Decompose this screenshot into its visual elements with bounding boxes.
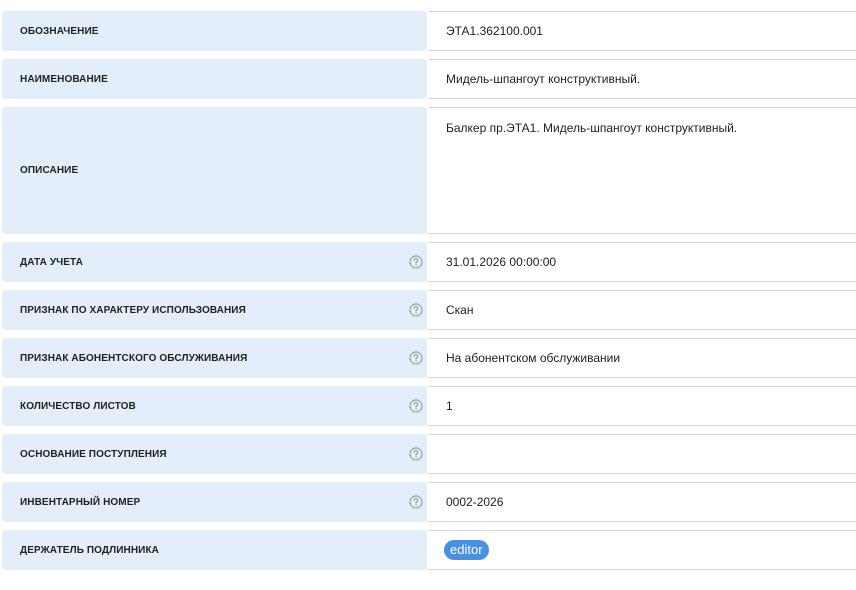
field-label-cell: ОБОЗНАЧЕНИЕ <box>2 11 427 51</box>
field-label-cell: ПРИЗНАК АБОНЕНТСКОГО ОБСЛУЖИВАНИЯ <box>2 338 427 378</box>
field-row-name: НАИМЕНОВАНИЕ Мидель-шпангоут конструктив… <box>0 59 856 99</box>
help-circle-icon[interactable] <box>409 303 423 317</box>
field-label-sheet-count: КОЛИЧЕСТВО ЛИСТОВ <box>20 400 136 412</box>
field-label-name: НАИМЕНОВАНИЕ <box>20 73 108 85</box>
field-value-inventory-number: 0002-2026 <box>428 482 856 522</box>
field-label-accounting-date: ДАТА УЧЕТА <box>20 256 83 268</box>
field-label-cell: ДАТА УЧЕТА <box>2 242 427 282</box>
user-chip[interactable]: editor <box>444 540 489 560</box>
field-label-cell: ИНВЕНТАРНЫЙ НОМЕР <box>2 482 427 522</box>
field-label-cell: НАИМЕНОВАНИЕ <box>2 59 427 99</box>
field-label-cell: КОЛИЧЕСТВО ЛИСТОВ <box>2 386 427 426</box>
field-label-cell: ДЕРЖАТЕЛЬ ПОДЛИННИКА <box>2 530 427 570</box>
field-label-subscription-sign: ПРИЗНАК АБОНЕНТСКОГО ОБСЛУЖИВАНИЯ <box>20 352 248 364</box>
field-label-receipt-basis: ОСНОВАНИЕ ПОСТУПЛЕНИЯ <box>20 448 167 460</box>
field-row-inventory-number: ИНВЕНТАРНЫЙ НОМЕР 0002-2026 <box>0 482 856 522</box>
field-value-subscription-sign: На абонентском обслуживании <box>428 338 856 378</box>
field-row-usage-sign: ПРИЗНАК ПО ХАРАКТЕРУ ИСПОЛЬЗОВАНИЯ Скан <box>0 290 856 330</box>
field-row-description: ОПИСАНИЕ Балкер пр.ЭТА1. Мидель-шпангоут… <box>0 107 856 234</box>
field-label-designation: ОБОЗНАЧЕНИЕ <box>20 25 99 37</box>
field-value-original-holder: editor <box>428 530 856 570</box>
field-row-sheet-count: КОЛИЧЕСТВО ЛИСТОВ 1 <box>0 386 856 426</box>
field-row-original-holder: ДЕРЖАТЕЛЬ ПОДЛИННИКА editor <box>0 530 856 570</box>
field-row-subscription-sign: ПРИЗНАК АБОНЕНТСКОГО ОБСЛУЖИВАНИЯ На або… <box>0 338 856 378</box>
field-label-usage-sign: ПРИЗНАК ПО ХАРАКТЕРУ ИСПОЛЬЗОВАНИЯ <box>20 304 246 316</box>
record-properties: ОБОЗНАЧЕНИЕ ЭТА1.362100.001 НАИМЕНОВАНИЕ… <box>0 0 856 590</box>
help-circle-icon[interactable] <box>409 447 423 461</box>
field-label-original-holder: ДЕРЖАТЕЛЬ ПОДЛИННИКА <box>20 544 159 556</box>
field-value-usage-sign: Скан <box>428 290 856 330</box>
field-row-receipt-basis: ОСНОВАНИЕ ПОСТУПЛЕНИЯ <box>0 434 856 474</box>
field-row-designation: ОБОЗНАЧЕНИЕ ЭТА1.362100.001 <box>0 11 856 51</box>
field-label-cell: ПРИЗНАК ПО ХАРАКТЕРУ ИСПОЛЬЗОВАНИЯ <box>2 290 427 330</box>
field-value-description: Балкер пр.ЭТА1. Мидель-шпангоут конструк… <box>428 107 856 234</box>
field-value-sheet-count: 1 <box>428 386 856 426</box>
field-row-accounting-date: ДАТА УЧЕТА 31.01.2026 00:00:00 <box>0 242 856 282</box>
help-circle-icon[interactable] <box>409 351 423 365</box>
field-value-accounting-date: 31.01.2026 00:00:00 <box>428 242 856 282</box>
field-value-receipt-basis <box>428 434 856 474</box>
field-label-cell: ОПИСАНИЕ <box>2 107 427 234</box>
field-label-description: ОПИСАНИЕ <box>20 165 79 176</box>
field-value-designation: ЭТА1.362100.001 <box>428 11 856 51</box>
field-label-cell: ОСНОВАНИЕ ПОСТУПЛЕНИЯ <box>2 434 427 474</box>
help-circle-icon[interactable] <box>409 399 423 413</box>
help-circle-icon[interactable] <box>409 255 423 269</box>
field-label-inventory-number: ИНВЕНТАРНЫЙ НОМЕР <box>20 496 141 508</box>
help-circle-icon[interactable] <box>409 495 423 509</box>
field-value-name: Мидель-шпангоут конструктивный. <box>428 59 856 99</box>
